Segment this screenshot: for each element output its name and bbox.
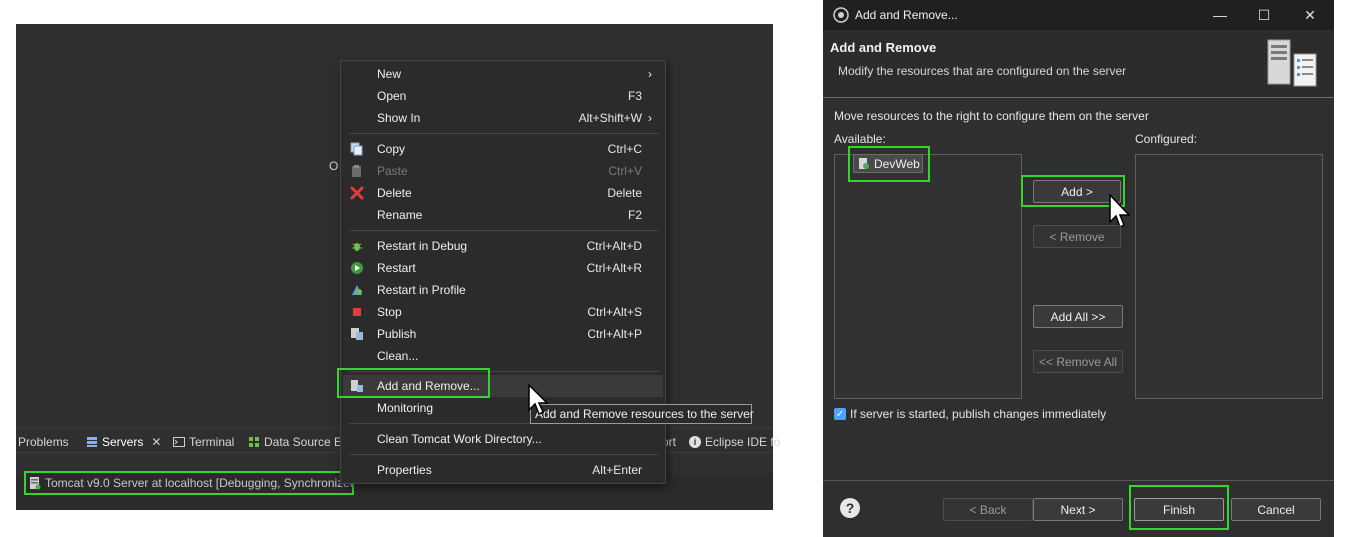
menu-item-restart[interactable]: Restart Ctrl+Alt+R (341, 257, 665, 279)
configured-label: Configured: (1135, 132, 1198, 146)
tab-label: Eclipse IDE fo (705, 435, 781, 449)
stop-icon (353, 308, 361, 316)
server-resources-icon (1267, 39, 1317, 87)
delete-icon (350, 186, 364, 200)
menu-separator (349, 133, 659, 134)
cancel-button-label: Cancel (1257, 502, 1295, 517)
eclipse-icon (833, 7, 849, 23)
menu-item-clean-tomcat-work-directory[interactable]: Clean Tomcat Work Directory... (341, 428, 665, 450)
menu-item-restart-in-profile[interactable]: Restart in Profile (341, 279, 665, 301)
menu-item-restart-in-debug[interactable]: Restart in Debug Ctrl+Alt+D (341, 235, 665, 257)
tab-label: Terminal (189, 435, 235, 449)
menu-item-show-in[interactable]: Show In Alt+Shift+W › (341, 107, 665, 129)
web-project-icon (859, 158, 869, 169)
remove-button-label: < Remove (1049, 229, 1105, 244)
menu-item-paste[interactable]: Paste Ctrl+V (341, 160, 665, 182)
server-icon (30, 477, 41, 490)
add-button-label: Add > (1061, 184, 1093, 199)
dialog-titlebar: Add and Remove... — ☐ ✕ (823, 0, 1334, 30)
menu-item-copy[interactable]: Copy Ctrl+C (341, 138, 665, 160)
profile-icon (352, 285, 362, 295)
configured-list[interactable] (1135, 154, 1323, 399)
add-remove-dialog: Add and Remove... — ☐ ✕ Add and Remove M… (823, 0, 1334, 537)
servers-icon (87, 437, 97, 447)
help-icon[interactable]: ? (840, 498, 860, 518)
tab-data-source-explorer[interactable]: Data Source E (248, 433, 342, 451)
menu-item-rename[interactable]: Rename F2 (341, 204, 665, 226)
menu-item-delete[interactable]: Delete Delete (341, 182, 665, 204)
menu-item-open[interactable]: Open F3 (341, 85, 665, 107)
menu-separator (349, 454, 659, 455)
tab-label: Data Source E (264, 435, 343, 449)
menu-item-stop[interactable]: Stop Ctrl+Alt+S (341, 301, 665, 323)
remove-button[interactable]: < Remove (1033, 225, 1121, 248)
menu-item-clean[interactable]: Clean... (341, 345, 665, 367)
info-icon: i (689, 436, 701, 448)
restart-icon (351, 262, 363, 274)
mouse-cursor-icon (528, 384, 549, 416)
next-button[interactable]: Next > (1033, 498, 1123, 521)
banner-title: Add and Remove (830, 40, 937, 55)
tab-terminal[interactable]: Terminal (173, 433, 234, 451)
chevron-right-icon: › (648, 111, 652, 125)
menu-item-publish[interactable]: Publish Ctrl+Alt+P (341, 323, 665, 345)
remove-all-button-label: << Remove All (1038, 354, 1118, 369)
tab-eclipse-ide[interactable]: i Eclipse IDE fo (689, 433, 780, 451)
banner-description: Modify the resources that are configured… (838, 64, 1127, 78)
finish-button[interactable]: Finish (1134, 498, 1224, 521)
available-list[interactable] (834, 154, 1022, 399)
menu-item-properties[interactable]: Properties Alt+Enter (341, 459, 665, 481)
copy-icon (350, 142, 363, 156)
menu-separator (349, 230, 659, 231)
tooltip: Add and Remove resources to the server (530, 404, 754, 424)
dialog-banner: Add and Remove Modify the resources that… (823, 30, 1334, 98)
close-icon[interactable]: ✕ (151, 435, 161, 449)
publish-checkbox-label: If server is started, publish changes im… (850, 407, 1107, 421)
terminal-icon (173, 437, 185, 447)
tab-label: Servers (102, 435, 144, 449)
list-item-label: DevWeb (874, 156, 920, 171)
menu-item-new[interactable]: New › (341, 63, 665, 85)
available-label: Available: (834, 132, 886, 146)
tab-servers[interactable]: Servers ✕ (86, 433, 161, 451)
list-item-devweb[interactable]: DevWeb (853, 154, 923, 173)
dialog-title: Add and Remove... (855, 8, 958, 22)
add-button[interactable]: Add > (1033, 180, 1121, 203)
highlight-add-and-remove (337, 368, 490, 398)
add-all-button-label: Add All >> (1050, 309, 1106, 324)
close-button[interactable]: ✕ (1293, 4, 1327, 26)
tab-label: Problems (18, 435, 69, 449)
server-row-label: Tomcat v9.0 Server at localhost [Debuggi… (45, 476, 354, 490)
cancel-button[interactable]: Cancel (1231, 498, 1321, 521)
publish-icon (351, 328, 363, 340)
paste-icon (352, 165, 361, 177)
publish-immediately-checkbox[interactable]: ✓ If server is started, publish changes … (834, 407, 1106, 421)
chevron-right-icon: › (648, 67, 652, 81)
finish-button-label: Finish (1162, 502, 1195, 517)
footer-divider (823, 480, 1334, 481)
minimize-button[interactable]: — (1203, 4, 1237, 26)
next-button-label: Next > (1060, 502, 1096, 517)
back-button-label: < Back (969, 502, 1007, 517)
add-all-button[interactable]: Add All >> (1033, 305, 1123, 328)
checkbox-checked-icon[interactable]: ✓ (834, 408, 846, 420)
debug-icon (352, 243, 362, 251)
remove-all-button[interactable]: << Remove All (1033, 350, 1123, 373)
data-source-icon (249, 437, 259, 447)
stray-text: O (329, 159, 339, 173)
server-row-tomcat[interactable]: Tomcat v9.0 Server at localhost [Debuggi… (24, 471, 354, 495)
maximize-button[interactable]: ☐ (1247, 4, 1281, 26)
tab-problems[interactable]: Problems (18, 433, 69, 451)
instruction-text: Move resources to the right to configure… (834, 109, 1149, 123)
back-button[interactable]: < Back (943, 498, 1033, 521)
